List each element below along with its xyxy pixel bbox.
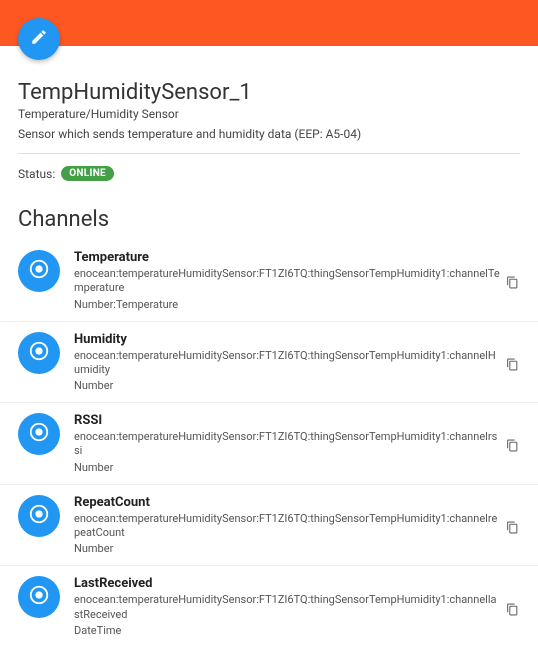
copy-icon bbox=[506, 274, 519, 288]
channel-body: RSSI enocean:temperatureHumiditySensor:FT… bbox=[74, 413, 520, 474]
channel-item-type: Number:Temperature bbox=[74, 298, 520, 311]
channel-name: Humidity bbox=[74, 332, 520, 347]
channel-row[interactable]: LastReceived enocean:temperatureHumidityS… bbox=[0, 565, 538, 647]
channel-uid: enocean:temperatureHumiditySensor:FT1ZI6… bbox=[74, 593, 500, 622]
status-label: Status: bbox=[18, 167, 55, 181]
thing-header: TempHumiditySensor_1 Temperature/Humidit… bbox=[0, 46, 538, 199]
channel-body: LastReceived enocean:temperatureHumidityS… bbox=[74, 576, 520, 637]
status-row: Status: ONLINE bbox=[18, 166, 520, 181]
channel-row[interactable]: Temperature enocean:temperatureHumiditySe… bbox=[0, 240, 538, 321]
channel-uid: enocean:temperatureHumiditySensor:FT1ZI6… bbox=[74, 349, 500, 378]
channel-body: Humidity enocean:temperatureHumiditySenso… bbox=[74, 332, 520, 393]
copy-uid-button[interactable] bbox=[506, 356, 520, 370]
divider bbox=[18, 153, 520, 154]
channel-row[interactable]: RSSI enocean:temperatureHumiditySensor:FT… bbox=[0, 402, 538, 484]
channels-list: Temperature enocean:temperatureHumiditySe… bbox=[0, 240, 538, 647]
channel-body: RepeatCount enocean:temperatureHumiditySe… bbox=[74, 495, 520, 556]
channel-link-button[interactable] bbox=[18, 332, 60, 374]
channel-name: RSSI bbox=[74, 413, 520, 428]
channel-name: LastReceived bbox=[74, 576, 520, 591]
copy-icon bbox=[506, 519, 519, 533]
copy-icon bbox=[506, 601, 519, 615]
channel-link-button[interactable] bbox=[18, 495, 60, 537]
thing-description: Sensor which sends temperature and humid… bbox=[18, 127, 520, 141]
channel-link-button[interactable] bbox=[18, 413, 60, 455]
copy-icon bbox=[506, 356, 519, 370]
channel-row[interactable]: Humidity enocean:temperatureHumiditySenso… bbox=[0, 321, 538, 403]
channel-item-type: DateTime bbox=[74, 624, 520, 637]
pencil-icon bbox=[30, 28, 48, 50]
channel-item-type: Number bbox=[74, 379, 520, 392]
radio-button-icon bbox=[28, 340, 50, 366]
copy-icon bbox=[506, 437, 519, 451]
edit-button[interactable] bbox=[18, 18, 60, 60]
channel-uid: enocean:temperatureHumiditySensor:FT1ZI6… bbox=[74, 512, 500, 541]
copy-uid-button[interactable] bbox=[506, 437, 520, 451]
channel-item-type: Number bbox=[74, 542, 520, 555]
channel-uid: enocean:temperatureHumiditySensor:FT1ZI6… bbox=[74, 430, 500, 459]
channel-link-button[interactable] bbox=[18, 576, 60, 618]
channel-row[interactable]: RepeatCount enocean:temperatureHumiditySe… bbox=[0, 484, 538, 566]
radio-button-icon bbox=[28, 503, 50, 529]
copy-uid-button[interactable] bbox=[506, 274, 520, 288]
channel-name: RepeatCount bbox=[74, 495, 520, 510]
app-toolbar bbox=[0, 0, 538, 46]
channel-item-type: Number bbox=[74, 461, 520, 474]
channel-link-button[interactable] bbox=[18, 250, 60, 292]
copy-uid-button[interactable] bbox=[506, 519, 520, 533]
radio-button-icon bbox=[28, 421, 50, 447]
channel-uid: enocean:temperatureHumiditySensor:FT1ZI6… bbox=[74, 267, 500, 296]
thing-subtitle: Temperature/Humidity Sensor bbox=[18, 107, 520, 121]
copy-uid-button[interactable] bbox=[506, 601, 520, 615]
channel-body: Temperature enocean:temperatureHumiditySe… bbox=[74, 250, 520, 311]
channels-heading: Channels bbox=[0, 207, 538, 232]
thing-title: TempHumiditySensor_1 bbox=[18, 80, 520, 105]
radio-button-icon bbox=[28, 258, 50, 284]
radio-button-icon bbox=[28, 584, 50, 610]
channel-name: Temperature bbox=[74, 250, 520, 265]
status-badge: ONLINE bbox=[61, 166, 114, 181]
